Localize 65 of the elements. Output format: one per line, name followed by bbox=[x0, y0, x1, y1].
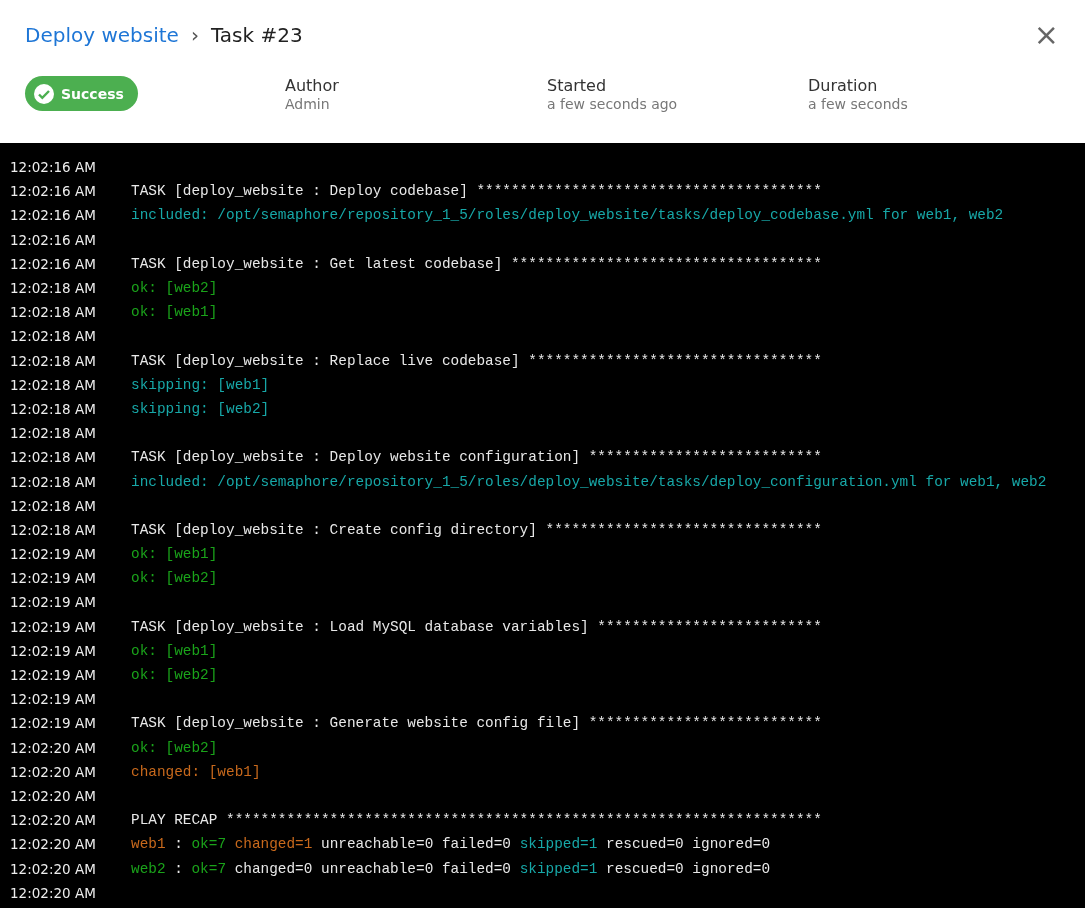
log-timestamp: 12:02:18 AM bbox=[9, 521, 97, 538]
log-timestamp: 12:02:20 AM bbox=[9, 812, 97, 829]
log-timestamp: 12:02:19 AM bbox=[9, 642, 97, 659]
detail-value: Admin bbox=[285, 96, 331, 112]
log-message: ok: [web1] bbox=[131, 304, 218, 321]
log-timestamp: 12:02:20 AM bbox=[9, 763, 97, 780]
check-circle-icon bbox=[33, 82, 55, 105]
log-timestamp: 12:02:19 AM bbox=[9, 570, 97, 587]
log-timestamp: 12:02:18 AM bbox=[9, 328, 97, 345]
log-message: ok: [web2] bbox=[131, 280, 218, 297]
log-message: skipping: [web1] bbox=[131, 376, 270, 393]
log-message: TASK [deploy_website : Get latest codebase] ************************************ bbox=[131, 255, 822, 272]
log-message: TASK [deploy_website : Deploy codebase] **************************************** bbox=[131, 183, 822, 200]
log-timestamp: 12:02:18 AM bbox=[9, 304, 97, 321]
detail-label: Author bbox=[285, 76, 340, 95]
log-timestamp: 12:02:16 AM bbox=[9, 159, 97, 176]
log-message: ok: [web2] bbox=[131, 667, 218, 684]
log-message: ok: [web1] bbox=[131, 642, 218, 659]
log-timestamp: 12:02:18 AM bbox=[9, 425, 97, 442]
log-timestamp: 12:02:18 AM bbox=[9, 352, 97, 369]
log-timestamp: 12:02:16 AM bbox=[9, 183, 97, 200]
log-timestamp: 12:02:20 AM bbox=[9, 884, 97, 901]
page-title: Task #23 bbox=[210, 23, 303, 47]
log-message: ok: [web2] bbox=[131, 570, 218, 587]
log-timestamp: 12:02:19 AM bbox=[9, 594, 97, 611]
log-message: PLAY RECAP ********************************************************************* bbox=[131, 812, 822, 829]
breadcrumb-link[interactable]: Deploy website bbox=[25, 23, 179, 47]
log-message: included: /opt/semaphore/repository_1_5/roles/deploy_website/tasks/deploy_configuration.yml for web1, web2 bbox=[131, 473, 1047, 490]
log-message: web2 : ok=7 changed=0 unreachable=0 failed=0 skipped=1 rescued=0 ignored=0 bbox=[131, 860, 771, 877]
log-timestamp: 12:02:19 AM bbox=[9, 715, 97, 732]
close-button[interactable]: × bbox=[1033, 20, 1059, 50]
log-message: TASK [deploy_website : Create config directory] ******************************** bbox=[131, 521, 822, 538]
log-timestamp: 12:02:18 AM bbox=[9, 400, 97, 417]
detail-value: a few seconds bbox=[808, 96, 909, 112]
log-message: ok: [web2] bbox=[131, 739, 218, 756]
log-message: changed: [web1] bbox=[131, 763, 261, 780]
status-chip: Success bbox=[25, 76, 138, 111]
log-timestamp: 12:02:18 AM bbox=[9, 449, 97, 466]
log-message: included: /opt/semaphore/repository_1_5/roles/deploy_website/tasks/deploy_codebase.yml for web1, web2 bbox=[131, 207, 1004, 224]
log-timestamp: 12:02:18 AM bbox=[9, 473, 97, 490]
log-message: TASK [deploy_website : Generate website config file] *************************** bbox=[131, 715, 822, 732]
log-message: TASK [deploy_website : Load MySQL database variables] ************************** bbox=[131, 618, 822, 635]
log-timestamp: 12:02:16 AM bbox=[9, 255, 97, 272]
log-timestamp: 12:02:16 AM bbox=[9, 231, 97, 248]
log-timestamp: 12:02:18 AM bbox=[9, 280, 97, 297]
detail-label: Duration bbox=[808, 76, 879, 95]
log-message: TASK [deploy_website : Deploy website configuration] *************************** bbox=[131, 449, 822, 466]
log-message: web1 : ok=7 changed=1 unreachable=0 failed=0 skipped=1 rescued=0 ignored=0 bbox=[131, 836, 771, 853]
log-timestamp: 12:02:19 AM bbox=[9, 667, 97, 684]
detail-value: a few seconds ago bbox=[547, 96, 679, 112]
log-message: TASK [deploy_website : Replace live codebase] ********************************** bbox=[131, 352, 822, 369]
detail-label: Started bbox=[547, 76, 608, 95]
log-timestamp: 12:02:19 AM bbox=[9, 618, 97, 635]
log-timestamp: 12:02:16 AM bbox=[9, 207, 97, 224]
log-timestamp: 12:02:19 AM bbox=[9, 691, 97, 708]
log-timestamp: 12:02:19 AM bbox=[9, 546, 97, 563]
log-timestamp: 12:02:18 AM bbox=[9, 497, 97, 514]
log-timestamp: 12:02:20 AM bbox=[9, 739, 97, 756]
log-timestamp: 12:02:20 AM bbox=[9, 787, 97, 804]
log-timestamp: 12:02:18 AM bbox=[9, 376, 97, 393]
log-timestamp: 12:02:20 AM bbox=[9, 860, 97, 877]
log-timestamp: 12:02:20 AM bbox=[9, 836, 97, 853]
log-message: skipping: [web2] bbox=[131, 400, 270, 417]
log-message: ok: [web1] bbox=[131, 546, 218, 563]
breadcrumb-separator: › bbox=[190, 23, 199, 47]
